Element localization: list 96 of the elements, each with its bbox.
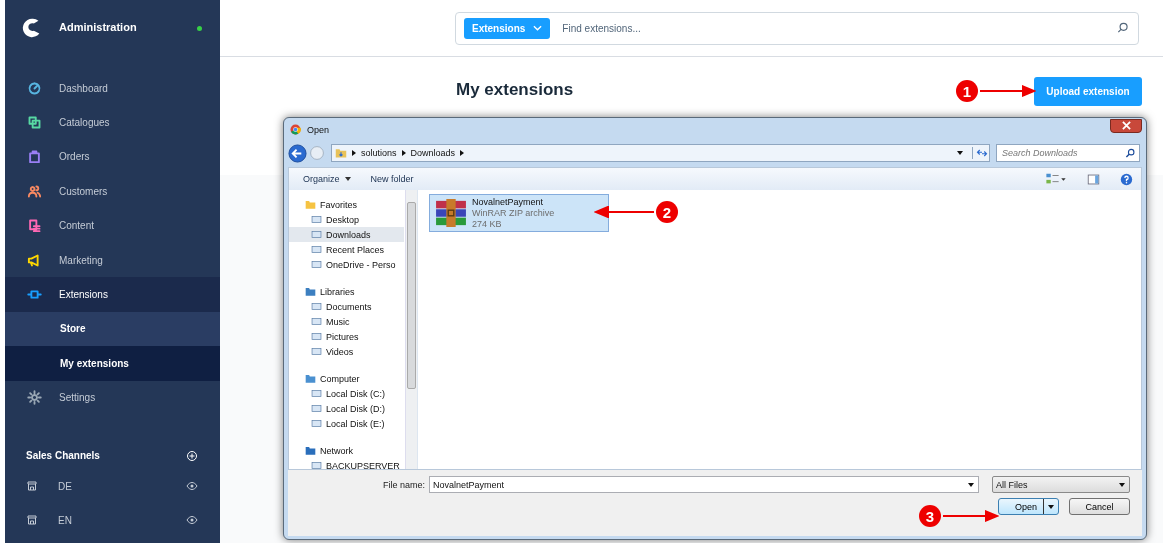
nav-item[interactable]: Desktop bbox=[289, 212, 404, 227]
folder-icon bbox=[305, 199, 316, 210]
location-icon bbox=[311, 301, 322, 312]
section-title: Sales Channels bbox=[26, 450, 100, 462]
nav-item[interactable]: Orders bbox=[5, 139, 220, 175]
toolbar-button[interactable]: New folder bbox=[370, 174, 414, 184]
close-icon bbox=[1121, 121, 1131, 130]
nav-item[interactable]: Music bbox=[289, 314, 404, 329]
arrow-icon bbox=[980, 85, 1036, 97]
back-icon[interactable] bbox=[288, 143, 307, 163]
nav-subitem[interactable]: My extensions bbox=[5, 346, 220, 381]
cancel-button[interactable]: Cancel bbox=[1069, 498, 1130, 515]
dropdown-icon bbox=[344, 177, 351, 181]
location-icon bbox=[311, 214, 322, 225]
folder-icon bbox=[305, 445, 316, 456]
storefront-icon bbox=[26, 514, 38, 527]
dialog-title: Open bbox=[307, 124, 331, 135]
nav-item[interactable]: Recent Places bbox=[289, 242, 404, 257]
file-size: 274 KB bbox=[472, 218, 503, 230]
scrollbar[interactable] bbox=[405, 190, 417, 469]
nav-group[interactable]: Network bbox=[320, 445, 353, 456]
nav-item[interactable]: Downloads bbox=[289, 227, 404, 242]
location-icon bbox=[311, 460, 322, 469]
search-icon[interactable] bbox=[1125, 147, 1136, 159]
eye-icon[interactable] bbox=[186, 514, 198, 527]
storefront-icon bbox=[26, 480, 38, 493]
nav-group[interactable]: Computer bbox=[320, 373, 360, 384]
breadcrumb-item[interactable]: Downloads bbox=[410, 148, 456, 158]
address-bar[interactable]: solutions Downloads bbox=[331, 144, 990, 162]
sales-channel-link[interactable]: DE bbox=[58, 480, 166, 492]
location-icon bbox=[311, 331, 322, 342]
add-icon[interactable] bbox=[186, 449, 198, 462]
location-icon bbox=[311, 259, 322, 270]
nav-item[interactable]: Videos bbox=[289, 344, 404, 359]
dropdown-icon bbox=[1048, 504, 1054, 509]
nav-item[interactable]: Catalogues bbox=[5, 105, 220, 140]
location-icon bbox=[311, 403, 322, 414]
nav-item[interactable]: Customers bbox=[5, 174, 220, 209]
nav-item[interactable]: Dashboard bbox=[5, 71, 220, 106]
step-number: 1 bbox=[956, 80, 978, 102]
app-title: Administration bbox=[59, 21, 138, 33]
search-icon[interactable] bbox=[1116, 21, 1130, 35]
file-type-dropdown[interactable]: All Files bbox=[992, 476, 1130, 493]
chevron-icon bbox=[460, 150, 465, 156]
chevron-down-icon bbox=[533, 25, 543, 31]
nav-group[interactable]: Favorites bbox=[320, 199, 357, 210]
nav-item[interactable]: Local Disk (E:) bbox=[289, 416, 404, 431]
nav-item[interactable]: Local Disk (D:) bbox=[289, 401, 404, 416]
sales-channel-link[interactable]: EN bbox=[58, 515, 166, 526]
dropdown-icon bbox=[1119, 482, 1125, 487]
status-dot-icon bbox=[197, 25, 202, 31]
search-field[interactable]: Search Downloads bbox=[996, 144, 1140, 162]
nav-item[interactable]: OneDrive - Perso bbox=[289, 257, 404, 272]
folder-icon bbox=[305, 373, 316, 384]
location-icon bbox=[311, 346, 322, 357]
close-button[interactable] bbox=[1110, 118, 1142, 133]
nav-item[interactable]: Local Disk (C:) bbox=[289, 386, 404, 401]
location-icon bbox=[311, 388, 322, 399]
nav-group[interactable]: Libraries bbox=[320, 286, 355, 297]
archive-icon bbox=[434, 199, 468, 227]
file-type: WinRAR ZIP archive bbox=[472, 207, 555, 219]
folder-icon bbox=[305, 286, 316, 297]
search-input[interactable]: Search Downloads bbox=[997, 147, 1125, 159]
file-name-field[interactable]: NovalnetPayment bbox=[429, 476, 979, 493]
nav-item[interactable]: Documents bbox=[289, 299, 404, 314]
nav-item[interactable]: Marketing bbox=[5, 242, 220, 278]
view-options-icon[interactable] bbox=[1045, 172, 1067, 186]
open-button[interactable]: Open bbox=[998, 498, 1059, 515]
location-icon bbox=[311, 244, 322, 255]
chevron-icon bbox=[401, 150, 406, 156]
location-icon bbox=[311, 316, 322, 327]
nav-item[interactable]: Content bbox=[5, 208, 220, 243]
nav-item[interactable]: BACKUPSERVER bbox=[289, 458, 404, 469]
dropdown-icon[interactable] bbox=[968, 482, 974, 487]
help-icon[interactable] bbox=[1120, 172, 1133, 186]
toolbar-button[interactable]: Organize bbox=[303, 174, 351, 184]
location-icon bbox=[311, 229, 322, 240]
breadcrumb-item[interactable]: solutions bbox=[361, 148, 397, 158]
dropdown-icon[interactable] bbox=[957, 151, 963, 155]
eye-icon[interactable] bbox=[186, 480, 198, 493]
nav-item[interactable]: Pictures bbox=[289, 329, 404, 344]
file-name: NovalnetPayment bbox=[472, 196, 545, 208]
preview-pane-icon[interactable] bbox=[1087, 172, 1100, 186]
arrow-icon bbox=[594, 206, 654, 218]
location-icon bbox=[311, 418, 322, 429]
field-label: File name: bbox=[383, 479, 426, 490]
nav-item[interactable]: Extensions bbox=[5, 277, 220, 312]
nav-subitem[interactable]: Store bbox=[5, 311, 220, 347]
browser-icon bbox=[290, 124, 301, 135]
page-title: My extensions bbox=[456, 79, 574, 100]
file-item[interactable]: NovalnetPayment WinRAR ZIP archive 274 KB bbox=[429, 194, 609, 232]
chevron-icon bbox=[352, 150, 356, 156]
nav-item[interactable]: Settings bbox=[5, 380, 220, 415]
refresh-icon[interactable] bbox=[972, 147, 989, 159]
arrow-icon bbox=[943, 510, 999, 522]
folder-icon bbox=[335, 147, 347, 159]
